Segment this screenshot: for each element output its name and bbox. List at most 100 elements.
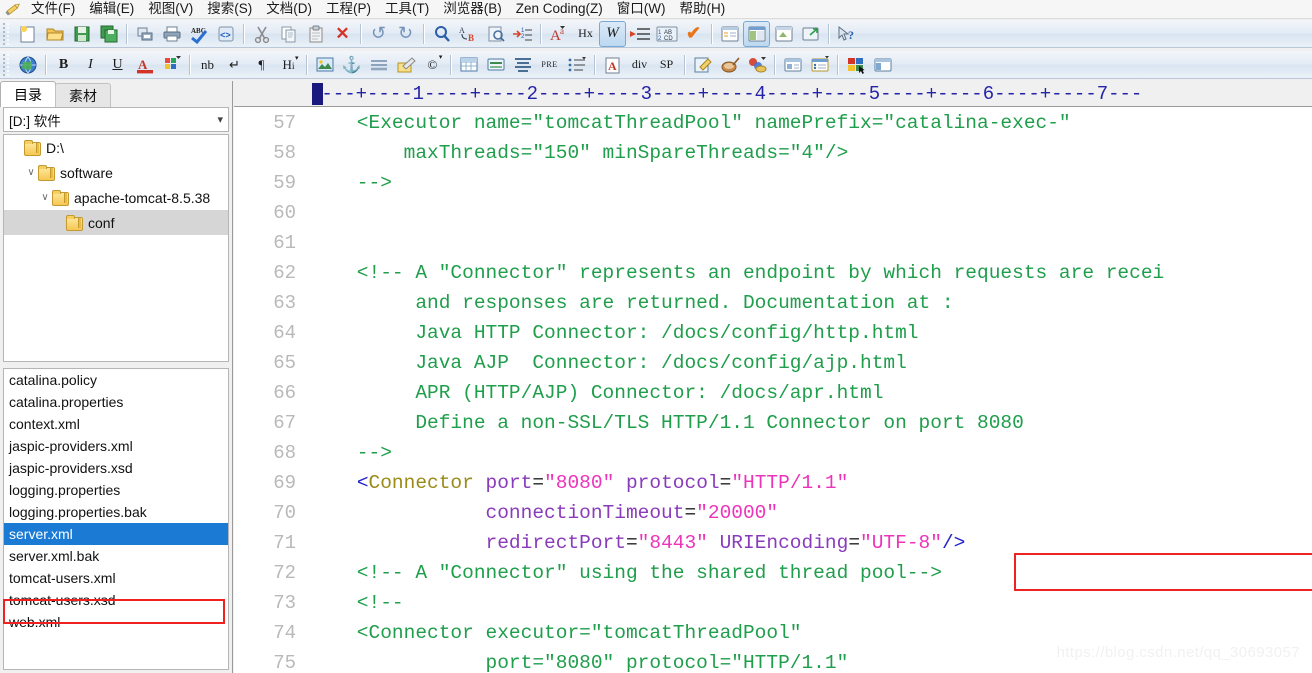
font-color-icon[interactable]: A: [131, 52, 158, 78]
menu-zen-coding[interactable]: Zen Coding(Z): [509, 0, 610, 18]
panel-list-icon[interactable]: [779, 52, 806, 78]
code-line[interactable]: 59 -->: [234, 168, 1312, 198]
indent-icon[interactable]: [626, 21, 653, 47]
copyright-icon[interactable]: © ▾: [419, 52, 446, 78]
code-line[interactable]: 68 -->: [234, 438, 1312, 468]
file-list-item[interactable]: server.xml.bak: [4, 545, 228, 567]
preformatted-icon[interactable]: PRE: [536, 52, 563, 78]
panel-output-icon[interactable]: [716, 21, 743, 47]
menu-view[interactable]: 视图(V): [141, 0, 200, 18]
align-icon[interactable]: [509, 52, 536, 78]
code-line[interactable]: 62 <!-- A "Connector" represents an endp…: [234, 258, 1312, 288]
file-list-item[interactable]: logging.properties: [4, 479, 228, 501]
print-icon[interactable]: [158, 21, 185, 47]
menu-file[interactable]: 文件(F): [24, 0, 82, 18]
file-list-item[interactable]: logging.properties.bak: [4, 501, 228, 523]
tree-item[interactable]: conf: [4, 210, 228, 235]
file-list-item[interactable]: catalina.properties: [4, 391, 228, 413]
code-line[interactable]: 66 APR (HTTP/AJP) Connector: /docs/apr.h…: [234, 378, 1312, 408]
file-list-item[interactable]: catalina.policy: [4, 369, 228, 391]
find-in-files-icon[interactable]: [482, 21, 509, 47]
print-preview-icon[interactable]: [131, 21, 158, 47]
code-line[interactable]: 57 <Executor name="tomcatThreadPool" nam…: [234, 108, 1312, 138]
color-mixer-icon[interactable]: [743, 52, 770, 78]
menu-document[interactable]: 文档(D): [259, 0, 319, 18]
code-tags-icon[interactable]: <>: [212, 21, 239, 47]
code-line[interactable]: 58 maxThreads="150" minSpareThreads="4"/…: [234, 138, 1312, 168]
menu-search[interactable]: 搜索(S): [200, 0, 259, 18]
bold-icon[interactable]: B: [50, 52, 77, 78]
search-icon[interactable]: [428, 21, 455, 47]
menu-help[interactable]: 帮助(H): [673, 0, 733, 18]
code-line[interactable]: 72 <!-- A "Connector" using the shared t…: [234, 558, 1312, 588]
panel-side-icon[interactable]: [869, 52, 896, 78]
word-wrap-icon[interactable]: W: [599, 20, 626, 47]
file-list[interactable]: catalina.policy catalina.properties contex…: [3, 368, 229, 670]
tab-assets[interactable]: 素材: [55, 83, 111, 107]
line-break-icon[interactable]: ↵: [221, 52, 248, 78]
italic-icon[interactable]: I: [77, 52, 104, 78]
chevron-down-icon[interactable]: ▾: [217, 113, 223, 126]
panel-external-icon[interactable]: [797, 21, 824, 47]
document-style-icon[interactable]: A: [599, 52, 626, 78]
replace-icon[interactable]: AB: [455, 21, 482, 47]
paint-icon[interactable]: [716, 52, 743, 78]
tree-item[interactable]: D:\: [4, 135, 228, 160]
chevron-down-icon[interactable]: ∨: [38, 192, 52, 203]
panel-preview-icon[interactable]: [770, 21, 797, 47]
edit-note-icon[interactable]: [392, 52, 419, 78]
code-line[interactable]: 61: [234, 228, 1312, 258]
anchor-icon[interactable]: ⚓: [338, 52, 365, 78]
paste-icon[interactable]: [302, 21, 329, 47]
code-line[interactable]: 69 <Connector port="8080" protocol="HTTP…: [234, 468, 1312, 498]
panel-grid-icon[interactable]: [806, 52, 833, 78]
hex-view-icon[interactable]: Hx: [572, 21, 599, 47]
code-line[interactable]: 71 redirectPort="8443" URIEncoding="UTF-…: [234, 528, 1312, 558]
div-tag-icon[interactable]: div: [626, 52, 653, 78]
file-list-item[interactable]: server.xml: [4, 523, 228, 545]
file-list-item[interactable]: jaspic-providers.xsd: [4, 457, 228, 479]
bullet-list-icon[interactable]: [563, 52, 590, 78]
file-list-item[interactable]: tomcat-users.xsd: [4, 589, 228, 611]
color-blocks-icon[interactable]: [842, 52, 869, 78]
color-palette-icon[interactable]: [158, 52, 185, 78]
code-text-area[interactable]: 57 <Executor name="tomcatThreadPool" nam…: [234, 108, 1312, 673]
file-list-item[interactable]: context.xml: [4, 413, 228, 435]
validate-icon[interactable]: ✔: [680, 21, 707, 47]
redo-icon[interactable]: ↻: [392, 21, 419, 47]
spellcheck-icon[interactable]: ABC: [185, 21, 212, 47]
menu-edit[interactable]: 编辑(E): [82, 0, 141, 18]
file-list-item[interactable]: jaspic-providers.xml: [4, 435, 228, 457]
code-line[interactable]: 63 and responses are returned. Documenta…: [234, 288, 1312, 318]
line-numbers-icon[interactable]: 1 2 AB CD: [653, 21, 680, 47]
span-tag-icon[interactable]: SP: [653, 52, 680, 78]
code-line[interactable]: 60: [234, 198, 1312, 228]
tree-item[interactable]: ∨ apache-tomcat-8.5.38: [4, 185, 228, 210]
open-folder-icon[interactable]: [41, 21, 68, 47]
code-line[interactable]: 64 Java HTTP Connector: /docs/config/htt…: [234, 318, 1312, 348]
font-icon[interactable]: Aa: [545, 21, 572, 47]
menu-tools[interactable]: 工具(T): [378, 0, 436, 18]
undo-icon[interactable]: ↺: [365, 21, 392, 47]
globe-icon[interactable]: [14, 52, 41, 78]
drive-selector[interactable]: [D:] 软件 ▾: [3, 107, 229, 132]
code-line[interactable]: 65 Java AJP Connector: /docs/config/ajp.…: [234, 348, 1312, 378]
file-list-item[interactable]: web.xml: [4, 611, 228, 633]
paragraph-icon[interactable]: ¶: [248, 52, 275, 78]
code-editor[interactable]: ----+----1----+----2----+----3----+----4…: [234, 81, 1312, 673]
context-help-icon[interactable]: ?: [833, 21, 860, 47]
delete-icon[interactable]: ✕: [329, 21, 356, 47]
menu-browser[interactable]: 浏览器(B): [436, 0, 509, 18]
copy-icon[interactable]: [275, 21, 302, 47]
save-all-icon[interactable]: [95, 21, 122, 47]
save-icon[interactable]: [68, 21, 95, 47]
horizontal-rule-icon[interactable]: [365, 52, 392, 78]
menu-window[interactable]: 窗口(W): [610, 0, 673, 18]
code-line[interactable]: 67 Define a non-SSL/TLS HTTP/1.1 Connect…: [234, 408, 1312, 438]
insert-image-icon[interactable]: [311, 52, 338, 78]
cut-icon[interactable]: [248, 21, 275, 47]
css-edit-icon[interactable]: [689, 52, 716, 78]
code-line[interactable]: 73 <!--: [234, 588, 1312, 618]
chevron-down-icon[interactable]: ∨: [24, 167, 38, 178]
nbsp-icon[interactable]: nb: [194, 52, 221, 78]
